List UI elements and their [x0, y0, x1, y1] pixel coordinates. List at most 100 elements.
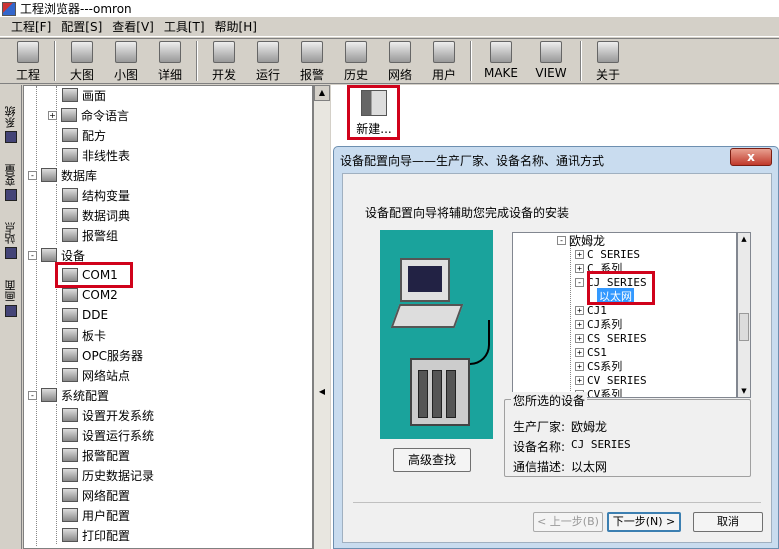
tree-item-com2[interactable]: COM2 — [62, 285, 118, 305]
device-tree-item-cj-xilie[interactable]: + CJ系列 — [575, 317, 622, 331]
toolbar-label: 报警 — [299, 68, 324, 82]
wizard-illustration — [380, 230, 493, 439]
dialog-close-button[interactable]: x — [730, 148, 772, 166]
side-tab-variables[interactable]: 变量 — [2, 149, 20, 201]
tree-item-print-config[interactable]: 打印配置 — [62, 525, 130, 545]
tree-item-user-config[interactable]: 用户配置 — [62, 505, 130, 525]
tree-item-struct-vars[interactable]: 结构变量 — [62, 185, 130, 205]
tree-item-screens[interactable]: 画面 — [62, 86, 106, 105]
device-tree-item-cj1[interactable]: + CJ1 — [575, 303, 607, 317]
toolbar-label: 详细 — [157, 68, 182, 82]
expand-icon[interactable]: + — [575, 319, 584, 329]
device-tree-item-cv-series[interactable]: + CV SERIES — [575, 373, 647, 387]
devices-icon — [41, 248, 57, 262]
toolbar-label: 运行 — [255, 68, 280, 82]
back-button[interactable]: < 上一步(B) — [533, 512, 603, 532]
toolbar-network-button[interactable]: 网络 — [378, 39, 422, 83]
toolbar-run-button[interactable]: 运行 — [246, 39, 290, 83]
expand-icon[interactable]: + — [48, 110, 57, 120]
board-icon — [62, 328, 78, 342]
variables-icon — [5, 189, 17, 201]
menu-view[interactable]: 查看[V] — [107, 18, 159, 35]
collapse-icon[interactable]: - — [575, 277, 584, 287]
side-tab-stations[interactable]: 站点 — [2, 207, 20, 259]
expand-icon[interactable]: + — [575, 249, 584, 259]
device-tree-label: CV系列 — [587, 388, 623, 398]
tree-item-label: 系统配置 — [61, 388, 110, 403]
toolbar-make-button[interactable]: MAKE — [476, 39, 526, 83]
device-tree-item-omron[interactable]: - 欧姆龙 — [557, 233, 605, 248]
collapse-icon[interactable]: - — [557, 235, 566, 245]
toolbar-details-button[interactable]: 详细 — [148, 39, 192, 83]
tree-item-board[interactable]: 板卡 — [62, 325, 106, 345]
tree-item-label: 设置开发系统 — [82, 408, 155, 423]
toolbar-label: 工程 — [15, 68, 40, 82]
tree-item-run-system[interactable]: 设置运行系统 — [62, 425, 154, 445]
manufacturer-label: 生产厂家: — [513, 420, 566, 434]
device-tree-item-cs-xilie[interactable]: + CS系列 — [575, 359, 622, 373]
expand-icon[interactable]: + — [575, 305, 584, 315]
toolbar-large-icons-button[interactable]: 大图 — [60, 39, 104, 83]
side-tab-system[interactable]: 系统 — [2, 91, 20, 143]
toolbar-develop-button[interactable]: 开发 — [202, 39, 246, 83]
tree-item-recipe[interactable]: 配方 — [62, 125, 106, 145]
tree-item-dev-system[interactable]: 设置开发系统 — [62, 405, 154, 425]
tree-item-command-language[interactable]: + 命令语言 — [48, 105, 129, 125]
expand-icon[interactable]: + — [575, 263, 584, 273]
tree-item-label: 网络站点 — [82, 368, 131, 383]
toolbar-user-button[interactable]: 用户 — [422, 39, 466, 83]
next-button[interactable]: 下一步(N) > — [607, 512, 681, 532]
expand-icon[interactable]: + — [575, 375, 584, 385]
tree-scrollbar[interactable]: ▲ ◀ — [313, 85, 330, 549]
expand-icon[interactable]: + — [575, 361, 584, 371]
tree-item-nonlinear-table[interactable]: 非线性表 — [62, 145, 130, 165]
station-icon — [5, 247, 17, 259]
side-tab-screens[interactable]: 画面 — [2, 265, 20, 317]
scroll-thumb[interactable] — [739, 313, 749, 341]
device-tree-scrollbar[interactable]: ▲ ▼ — [737, 232, 751, 398]
tree-item-system-config[interactable]: - 系统配置 — [28, 385, 109, 405]
run-icon — [257, 41, 279, 63]
tree-item-label: DDE — [82, 308, 109, 322]
tree-item-label: 报警组 — [82, 228, 119, 243]
menu-help[interactable]: 帮助[H] — [210, 18, 262, 35]
menu-project[interactable]: 工程[F] — [6, 18, 56, 35]
expand-icon[interactable]: + — [575, 347, 584, 357]
tree-line — [56, 404, 57, 544]
toolbar-separator — [470, 41, 472, 81]
tree-line — [56, 86, 57, 166]
tree-item-history-record[interactable]: 历史数据记录 — [62, 465, 154, 485]
tree-item-data-dictionary[interactable]: 数据词典 — [62, 205, 130, 225]
toolbar-about-button[interactable]: 关于 — [586, 39, 630, 83]
cancel-button[interactable]: 取消 — [693, 512, 763, 532]
tree-item-opc-server[interactable]: OPC服务器 — [62, 345, 143, 365]
scroll-down-icon[interactable]: ▼ — [738, 385, 750, 397]
tree-item-database[interactable]: - 数据库 — [28, 165, 97, 185]
scroll-up-icon[interactable]: ▲ — [738, 233, 750, 245]
tree-item-network-station[interactable]: 网络站点 — [62, 365, 130, 385]
toolbar-small-icons-button[interactable]: 小图 — [104, 39, 148, 83]
menu-config[interactable]: 配置[S] — [56, 18, 107, 35]
plc-slot — [418, 370, 428, 418]
expand-icon[interactable]: + — [575, 333, 584, 343]
tree-item-dde[interactable]: DDE — [62, 305, 108, 325]
toolbar-project-button[interactable]: 工程 — [6, 39, 50, 83]
toolbar-label: MAKE — [483, 66, 518, 80]
toolbar-view-button[interactable]: VIEW — [526, 39, 576, 83]
menu-tools[interactable]: 工具[T] — [159, 18, 210, 35]
scroll-up-icon[interactable]: ▲ — [314, 85, 330, 101]
toolbar-history-button[interactable]: 历史 — [334, 39, 378, 83]
dev-settings-icon — [62, 408, 78, 422]
tree-item-network-config[interactable]: 网络配置 — [62, 485, 130, 505]
tree-item-alarm-config[interactable]: 报警配置 — [62, 445, 130, 465]
toolbar-alarm-button[interactable]: 报警 — [290, 39, 334, 83]
device-tree-item-c-series[interactable]: + C SERIES — [575, 247, 640, 261]
collapse-icon[interactable]: - — [28, 390, 37, 400]
collapse-icon[interactable]: - — [28, 170, 37, 180]
side-tab-label: 变量 — [4, 164, 17, 186]
device-tree-item-cs1[interactable]: + CS1 — [575, 345, 607, 359]
tree-item-alarm-group[interactable]: 报警组 — [62, 225, 118, 245]
collapse-icon[interactable]: - — [28, 250, 37, 260]
advanced-search-button[interactable]: 高级查找 — [393, 448, 471, 472]
device-tree-item-cs-series[interactable]: + CS SERIES — [575, 331, 647, 345]
